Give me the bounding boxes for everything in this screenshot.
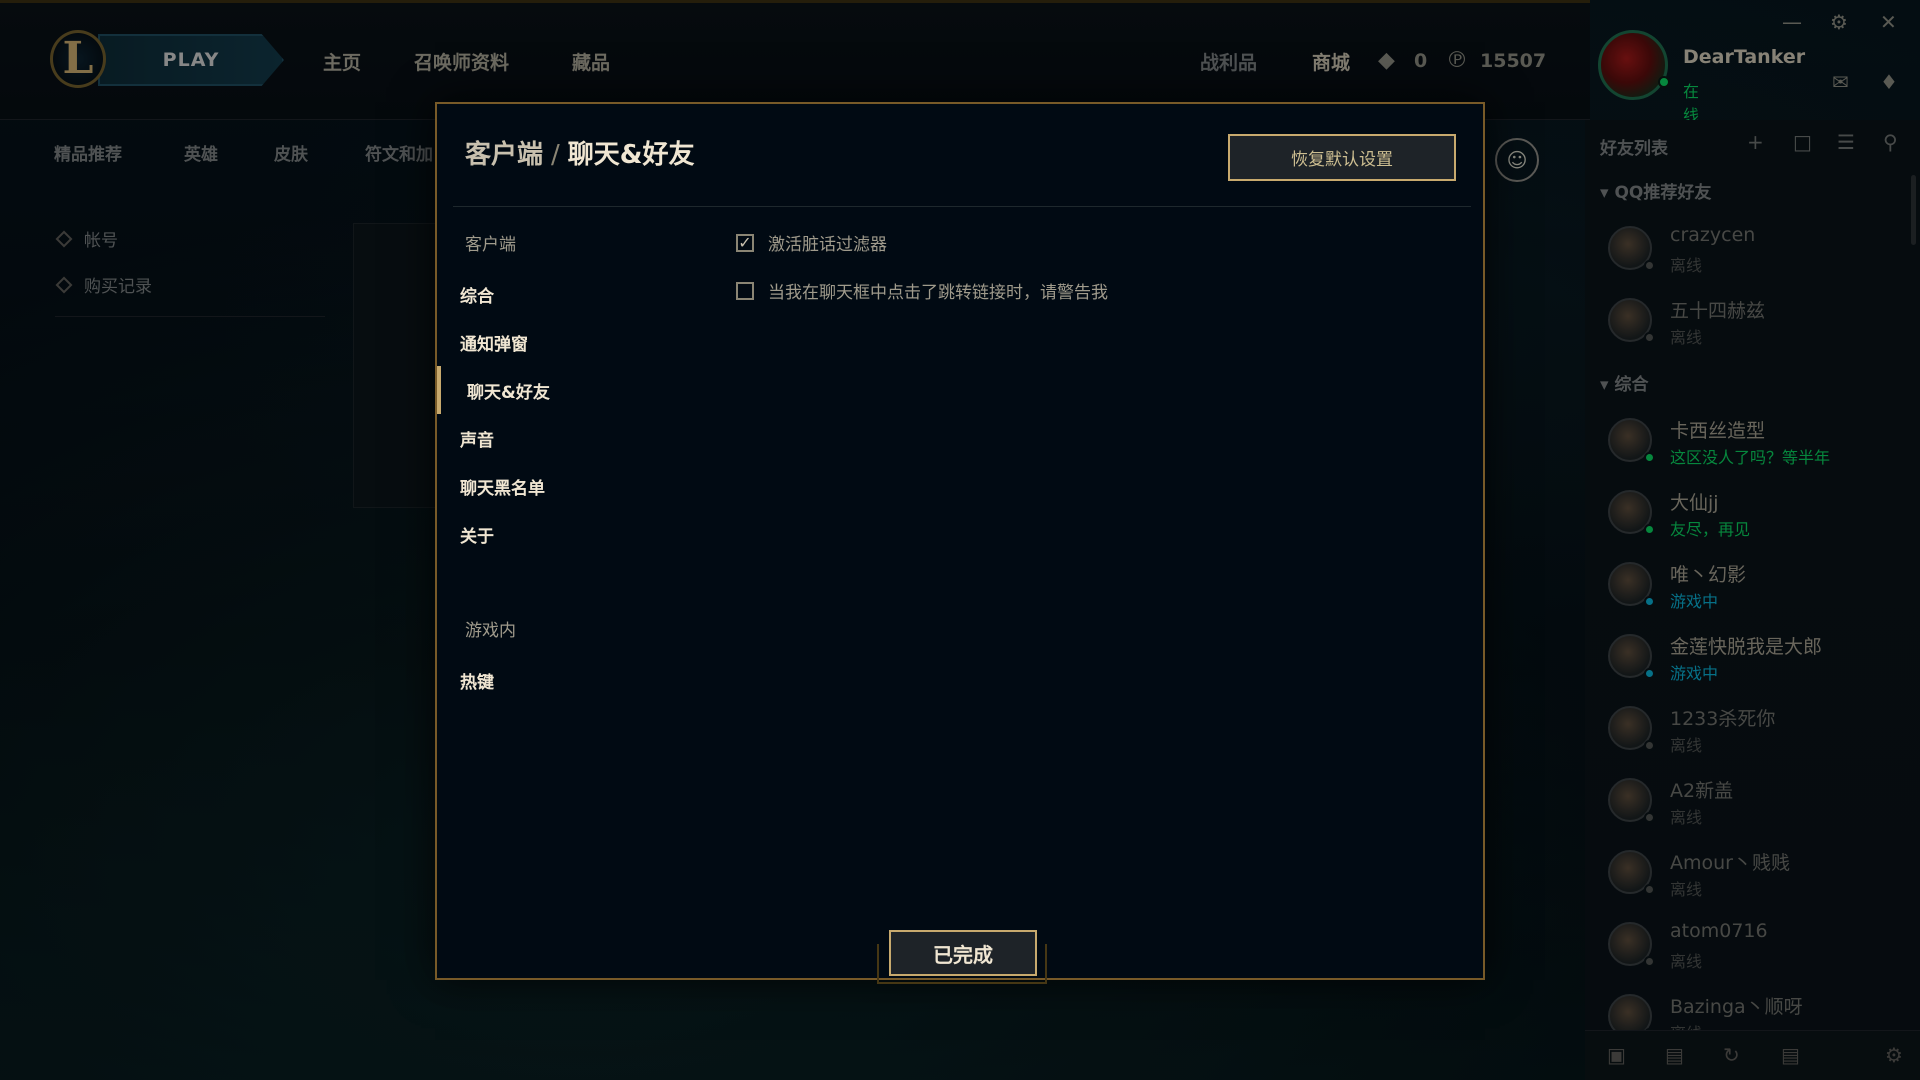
settings-link-sound[interactable]: 声音: [460, 426, 494, 451]
active-indicator: [437, 366, 441, 414]
modal-divider: [453, 206, 1471, 207]
section-ingame-header: 游戏内: [465, 621, 516, 641]
settings-link-blocklist[interactable]: 聊天黑名单: [460, 474, 545, 499]
settings-link-chat-friends[interactable]: 聊天&好友: [467, 378, 550, 403]
friend-request-icon[interactable]: ☺: [1495, 138, 1539, 182]
settings-link-general[interactable]: 综合: [460, 282, 494, 307]
profanity-filter-label: 激活脏话过滤器: [768, 235, 887, 255]
settings-link-about[interactable]: 关于: [460, 522, 494, 547]
section-client-header: 客户端: [465, 235, 516, 255]
settings-link-hotkeys[interactable]: 热键: [460, 668, 494, 693]
modal-breadcrumb: 客户端 / 聊天&好友: [465, 134, 694, 171]
restore-defaults-button[interactable]: 恢复默认设置: [1228, 134, 1456, 181]
breadcrumb-separator: /: [551, 140, 560, 170]
option-profanity-filter[interactable]: ✓ 激活脏话过滤器: [736, 230, 887, 255]
done-button-wrap: 已完成: [877, 930, 1047, 984]
link-warning-label: 当我在聊天框中点击了跳转链接时，请警告我: [768, 283, 1108, 303]
option-link-warning[interactable]: 当我在聊天框中点击了跳转链接时，请警告我: [736, 278, 1108, 303]
settings-link-notifications[interactable]: 通知弹窗: [460, 330, 528, 355]
breadcrumb-parent: 客户端: [465, 140, 544, 170]
breadcrumb-current: 聊天&好友: [567, 140, 695, 170]
done-button[interactable]: 已完成: [889, 930, 1037, 976]
settings-modal: 客户端 / 聊天&好友 恢复默认设置 客户端 综合 通知弹窗 聊天&好友 声音 聊天…: [435, 102, 1485, 984]
profanity-filter-checkbox[interactable]: ✓: [736, 233, 754, 252]
link-warning-checkbox[interactable]: [736, 281, 754, 300]
